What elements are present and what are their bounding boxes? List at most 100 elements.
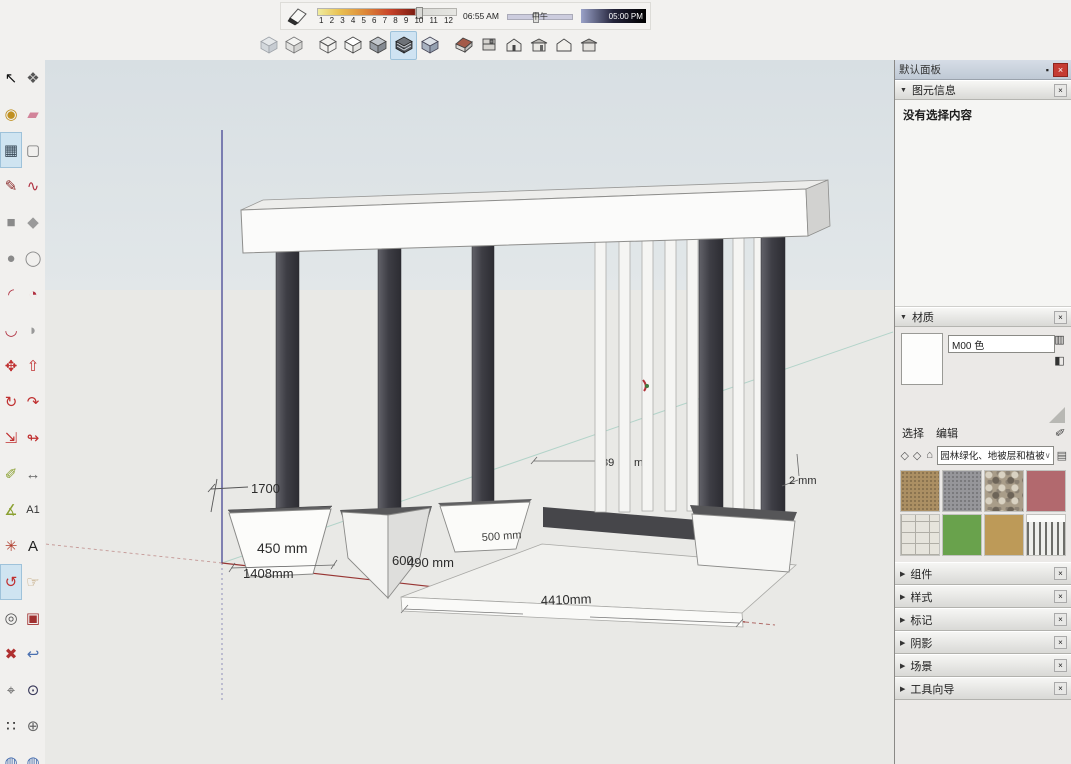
material-swatch-gravel-gray[interactable] [942, 470, 982, 512]
zoom-window-tool[interactable]: ▣ [22, 600, 44, 636]
protractor-tool[interactable]: ∡ [0, 492, 22, 528]
shaded-textures-icon[interactable] [390, 31, 417, 60]
scale-tool[interactable]: ⇲ [0, 420, 22, 456]
material-name-field[interactable] [948, 335, 1055, 353]
material-swatch-grass-green[interactable] [942, 514, 982, 556]
freehand-tool[interactable]: ∿ [22, 168, 44, 204]
section-close-icon[interactable]: × [1054, 659, 1067, 672]
column-right-front[interactable] [699, 230, 723, 530]
zoom-extents-tool[interactable]: ✖ [0, 636, 22, 672]
month-label-3[interactable]: 3 [340, 16, 344, 25]
collection-dropdown[interactable]: 园林绿化、地被层和植被 ∨ [937, 446, 1053, 465]
forward-arrow-icon[interactable]: ◇ [912, 449, 921, 462]
shaded-icon[interactable] [365, 32, 390, 59]
view-front-icon[interactable] [501, 32, 526, 59]
material-swatch-white-fence[interactable] [1026, 514, 1066, 556]
eyedropper-icon[interactable]: ✐ [1054, 425, 1066, 441]
expand-triangle-icon[interactable]: ▶ [900, 662, 905, 670]
material-swatch-rose-stone[interactable] [1026, 470, 1066, 512]
expand-triangle-icon[interactable]: ▶ [900, 685, 905, 693]
date-gradient-bar[interactable] [317, 8, 457, 16]
view-iso-icon[interactable] [451, 32, 476, 59]
back-arrow-icon[interactable]: ◇ [900, 449, 909, 462]
offset-tool[interactable]: ↬ [22, 420, 44, 456]
make-component-tool[interactable]: ❖ [22, 60, 44, 96]
eraser-icon[interactable] [285, 5, 309, 27]
rotated-rectangle-tool[interactable]: ◆ [22, 204, 44, 240]
material-swatch-stone-tile[interactable] [900, 514, 940, 556]
push-pull-tool[interactable]: ⇧ [22, 348, 44, 384]
entity-info-header[interactable]: ▼ 图元信息 × [895, 80, 1071, 100]
month-label-6[interactable]: 6 [372, 16, 376, 25]
section-close-icon[interactable]: × [1054, 567, 1067, 580]
month-label-2[interactable]: 2 [330, 16, 334, 25]
in-model-home-icon[interactable]: ⌂ [925, 449, 934, 461]
expand-triangle-icon[interactable]: ▶ [900, 570, 905, 578]
rotate-tool[interactable]: ↻ [0, 384, 22, 420]
zoom-tool[interactable]: ◎ [0, 600, 22, 636]
month-label-4[interactable]: 4 [351, 16, 355, 25]
look-around-tool[interactable]: ⊙ [22, 672, 44, 708]
dim-390[interactable]: 39 mm [531, 457, 652, 469]
section-header-6[interactable]: ▶工具向导× [895, 677, 1071, 700]
detail-view-icon[interactable]: ▤ [1057, 449, 1067, 462]
arc-tool[interactable]: ◜ [0, 276, 22, 312]
pan-tool[interactable]: ☞ [22, 564, 44, 600]
pergola-slats[interactable] [595, 231, 698, 512]
month-label-12[interactable]: 12 [444, 16, 453, 25]
hidden-tool-a[interactable]: ◍ [0, 744, 22, 764]
expand-triangle-icon[interactable]: ▶ [900, 639, 905, 647]
create-material-icon[interactable]: ▥ [1052, 333, 1067, 348]
month-label-10[interactable]: 10 [414, 16, 423, 25]
line-tool[interactable]: ✎ [0, 168, 22, 204]
pad-tool[interactable]: ▢ [22, 132, 44, 168]
collapse-triangle-icon[interactable]: ▼ [900, 87, 907, 94]
section-header-5[interactable]: ▶场景× [895, 654, 1071, 677]
curve-tool[interactable]: ◡ [0, 312, 22, 348]
section-close-icon[interactable]: × [1054, 590, 1067, 603]
pie-tool[interactable]: ◔ [22, 276, 44, 312]
month-label-1[interactable]: 1 [319, 16, 323, 25]
expand-triangle-icon[interactable]: ▶ [900, 616, 905, 624]
tab-edit[interactable]: 编辑 [936, 425, 958, 441]
shadow-time-slider[interactable]: 中午 [507, 10, 573, 22]
material-swatch-tan-ground[interactable] [984, 514, 1024, 556]
expand-triangle-icon[interactable]: ▶ [900, 593, 905, 601]
pergola-columns[interactable] [276, 239, 494, 517]
pergola-back-slats[interactable] [733, 226, 765, 518]
surface-tool[interactable]: ◗ [22, 312, 44, 348]
section-header-4[interactable]: ▶阴影× [895, 631, 1071, 654]
tab-select[interactable]: 选择 [902, 425, 924, 441]
footing-pyramid[interactable] [340, 506, 432, 598]
material-swatch-cobblestone[interactable] [984, 470, 1024, 512]
collapse-triangle-icon[interactable]: ▼ [900, 314, 907, 321]
column-right-rear[interactable] [761, 225, 785, 525]
month-label-9[interactable]: 9 [404, 16, 408, 25]
walk-tool[interactable]: ∷ [0, 708, 22, 744]
materials-header[interactable]: ▼ 材质 × [895, 307, 1071, 327]
position-camera-tool[interactable]: ⌖ [0, 672, 22, 708]
footing-middle[interactable] [438, 499, 532, 552]
month-label-7[interactable]: 7 [383, 16, 387, 25]
rectangle-tool[interactable]: ■ [0, 204, 22, 240]
circle-tool[interactable]: ● [0, 240, 22, 276]
shadow-time-end[interactable]: 05:00 PM [581, 9, 646, 23]
section-close-icon[interactable]: × [1054, 682, 1067, 695]
footing-right[interactable] [690, 505, 797, 572]
textured-box-tool[interactable]: ▦ [0, 132, 22, 168]
view-right-icon[interactable] [526, 32, 551, 59]
panel-close-button[interactable]: × [1053, 63, 1068, 77]
section-close-icon[interactable]: × [1054, 636, 1067, 649]
select-tool[interactable]: ↖ [0, 60, 22, 96]
3d-viewport[interactable]: 39 mm [45, 60, 894, 764]
previous-view-tool[interactable]: ↩ [22, 636, 44, 672]
month-label-5[interactable]: 5 [361, 16, 365, 25]
section-header-2[interactable]: ▶样式× [895, 585, 1071, 608]
model-scene[interactable]: 39 mm [45, 60, 894, 764]
follow-me-tool[interactable]: ↷ [22, 384, 44, 420]
threed-text-tool[interactable]: A [22, 528, 44, 564]
xray-icon[interactable] [256, 32, 281, 59]
material-swatch-gravel-brown[interactable] [900, 470, 940, 512]
section-header-3[interactable]: ▶标记× [895, 608, 1071, 631]
text-tool[interactable]: A1 [22, 492, 44, 528]
